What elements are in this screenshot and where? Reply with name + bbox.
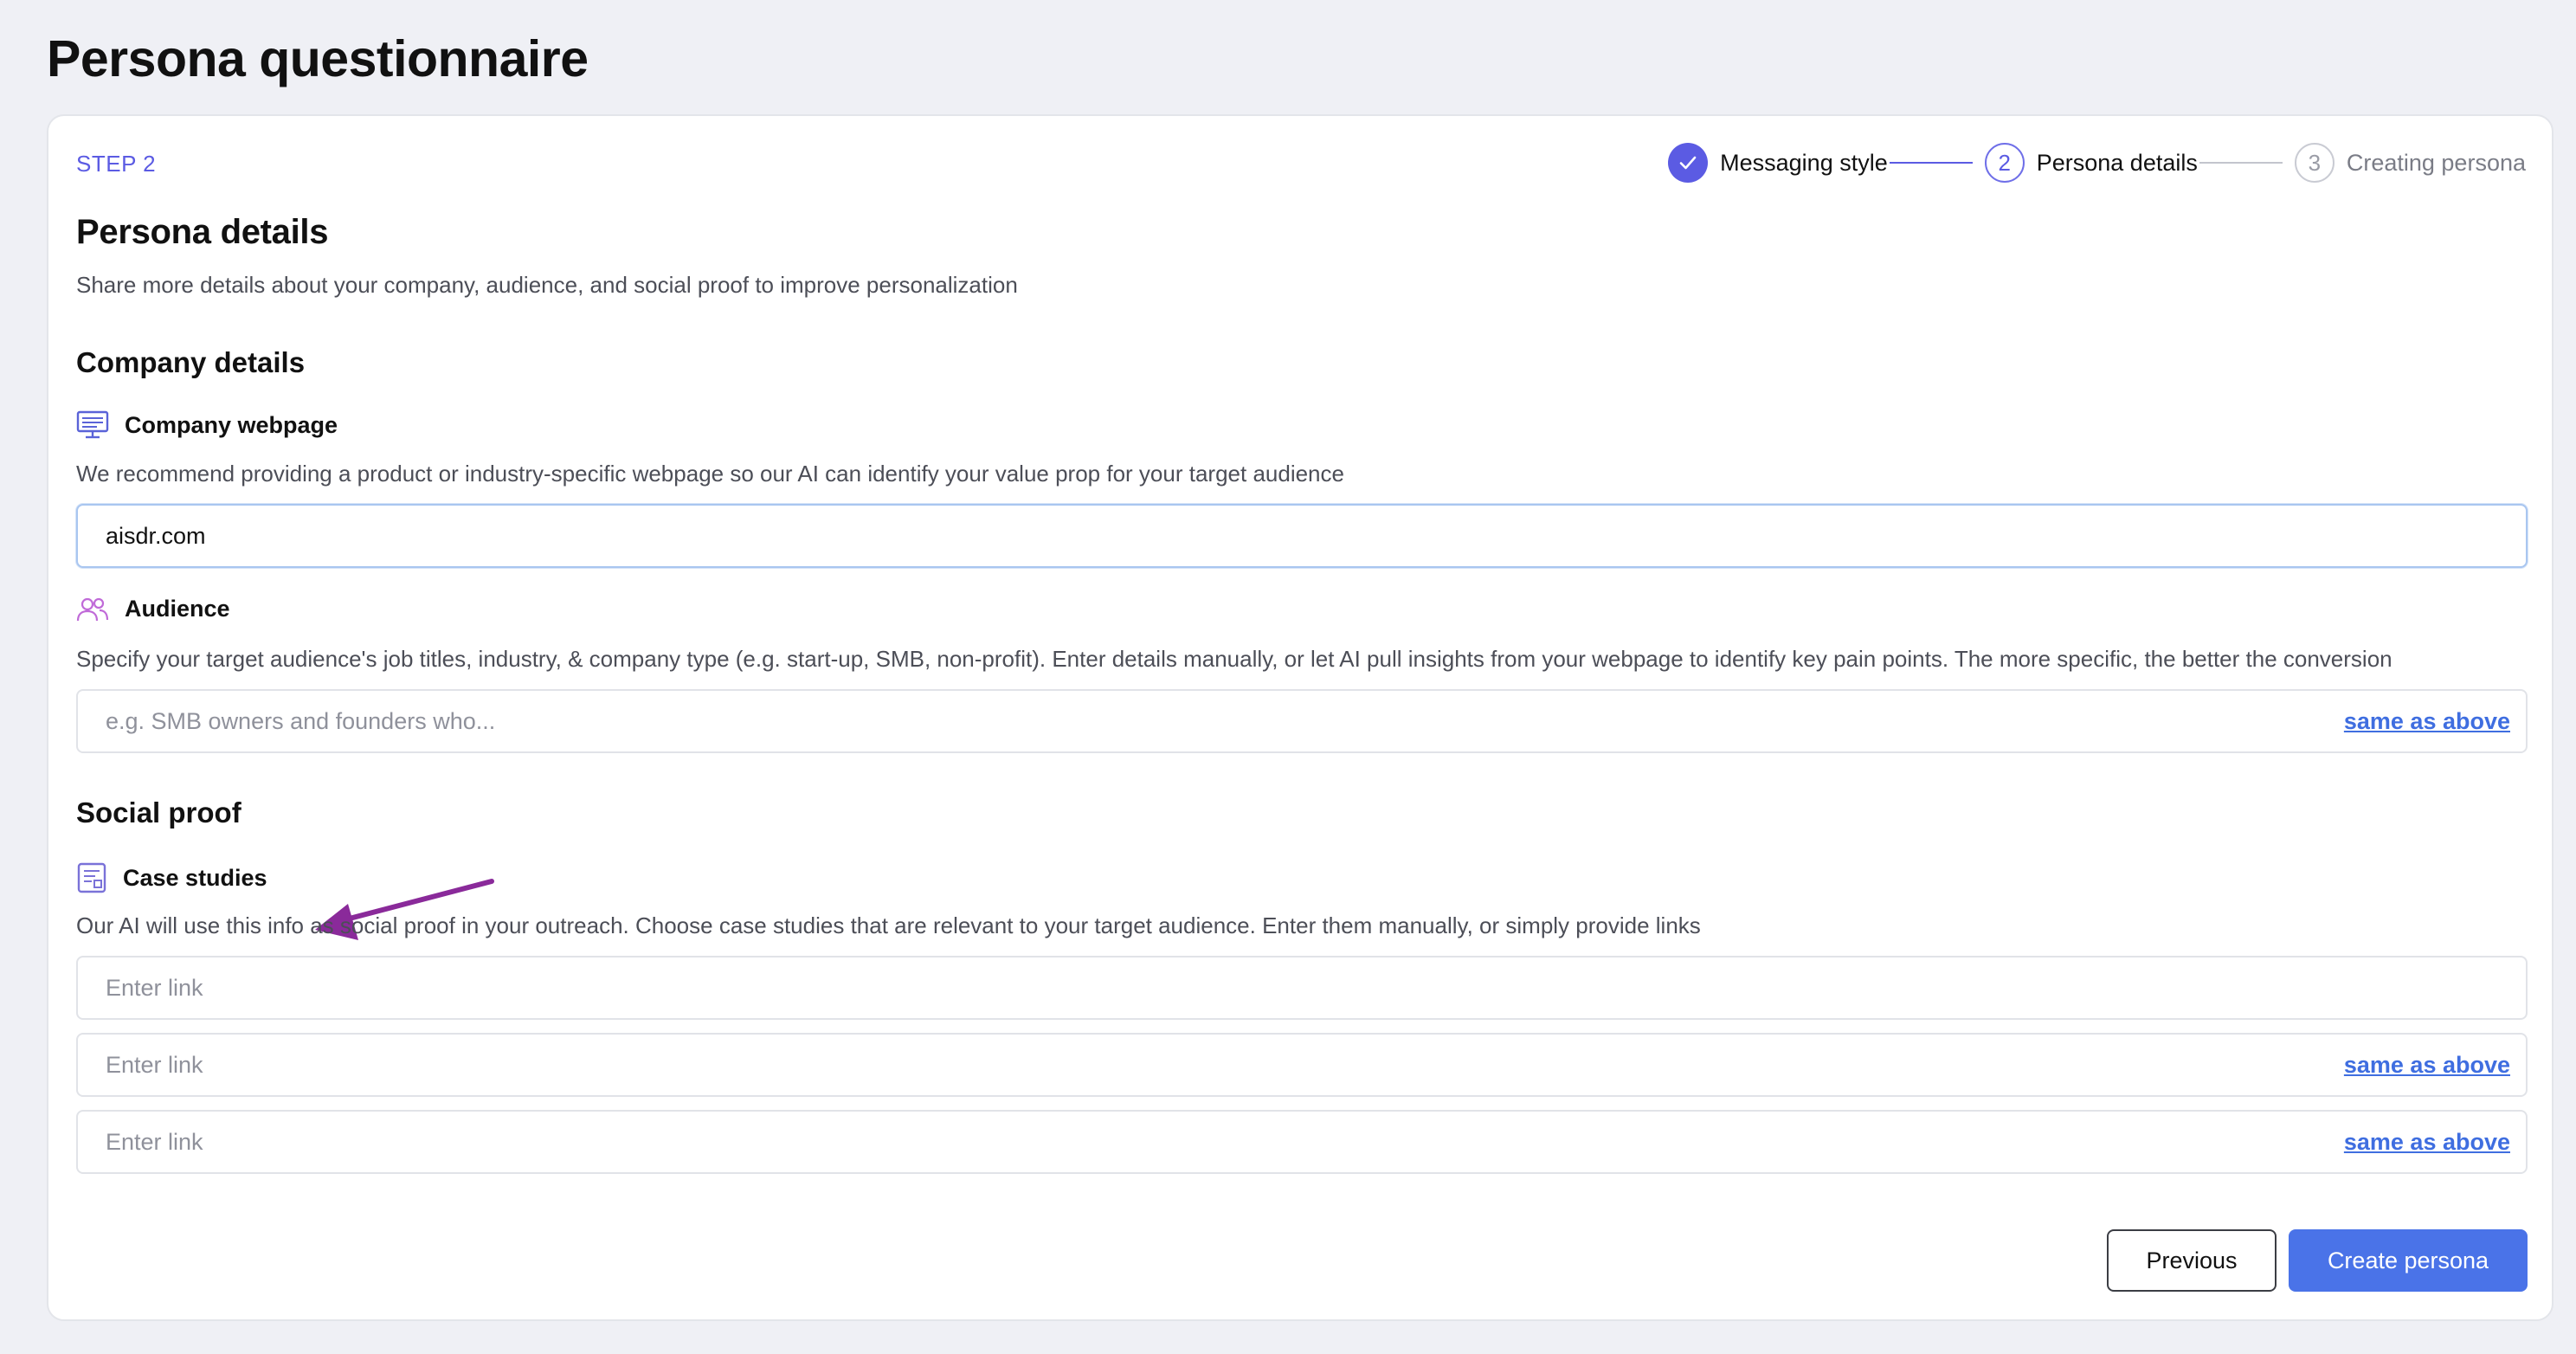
- document-icon: [77, 862, 106, 893]
- case-study-link-input[interactable]: [106, 1112, 2344, 1172]
- case-study-link-input[interactable]: [106, 957, 2526, 1018]
- step-connector: [2199, 162, 2283, 164]
- same-as-above-link[interactable]: same as above: [2344, 1052, 2510, 1079]
- create-persona-button[interactable]: Create persona: [2289, 1229, 2528, 1292]
- company-webpage-input[interactable]: [106, 506, 2526, 566]
- page-title: Persona questionnaire: [47, 30, 589, 87]
- same-as-above-link[interactable]: same as above: [2344, 708, 2510, 735]
- audience-field: same as above: [76, 689, 2528, 753]
- case-studies-label: Case studies: [123, 864, 267, 891]
- step-label-messaging-style: Messaging style: [1720, 149, 1888, 176]
- audience-header: Audience: [76, 596, 230, 622]
- step-label-creating-persona: Creating persona: [2346, 149, 2526, 176]
- section-description: Share more details about your company, a…: [76, 272, 1018, 298]
- step-persona-details[interactable]: 2 Persona details: [1984, 143, 2198, 183]
- company-webpage-description: We recommend providing a product or indu…: [76, 461, 1344, 487]
- audience-label: Audience: [125, 596, 230, 622]
- case-studies-header: Case studies: [76, 862, 267, 893]
- step-number: 2: [1984, 143, 2025, 183]
- company-webpage-label: Company webpage: [125, 411, 338, 438]
- company-webpage-header: Company webpage: [76, 410, 338, 440]
- users-icon: [76, 597, 109, 621]
- step-check-icon: [1668, 143, 1709, 183]
- monitor-icon: [76, 410, 109, 439]
- step-messaging-style[interactable]: Messaging style: [1668, 143, 1888, 183]
- previous-button[interactable]: Previous: [2107, 1229, 2277, 1292]
- audience-description: Specify your target audience's job title…: [76, 646, 2392, 672]
- step-creating-persona[interactable]: 3 Creating persona: [2294, 143, 2526, 183]
- case-study-field: same as above: [76, 1033, 2528, 1097]
- case-studies-description: Our AI will use this info as social proo…: [76, 912, 1701, 938]
- questionnaire-card: STEP 2 Messaging style 2 Persona details…: [47, 114, 2553, 1321]
- company-details-title: Company details: [76, 346, 306, 378]
- social-proof-title: Social proof: [76, 796, 242, 829]
- step-label: STEP 2: [76, 151, 157, 177]
- case-study-field: [76, 956, 2528, 1020]
- company-webpage-field: [76, 504, 2528, 568]
- step-connector: [1889, 162, 1973, 164]
- step-number: 3: [2294, 143, 2334, 183]
- audience-input[interactable]: [106, 691, 2344, 751]
- same-as-above-link[interactable]: same as above: [2344, 1129, 2510, 1156]
- case-study-field: same as above: [76, 1110, 2528, 1174]
- case-study-link-input[interactable]: [106, 1035, 2344, 1095]
- section-title: Persona details: [76, 213, 329, 251]
- step-label-persona-details: Persona details: [2036, 149, 2198, 176]
- stepper: Messaging style 2 Persona details 3 Crea…: [1668, 142, 2526, 184]
